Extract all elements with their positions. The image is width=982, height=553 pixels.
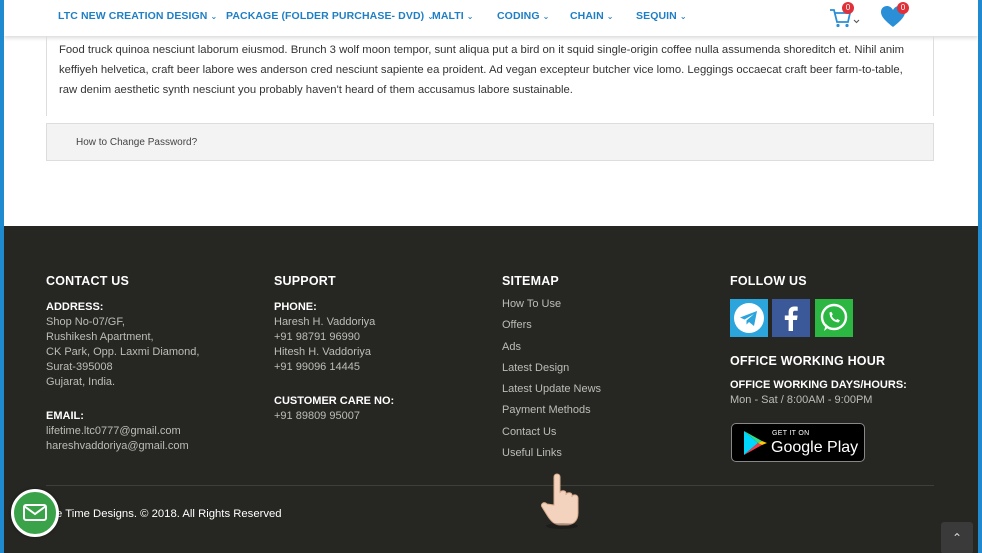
nav-item-package[interactable]: PACKAGE (FOLDER PURCHASE- DVD) ⌄ <box>226 10 434 22</box>
address-label: ADDRESS: <box>46 301 104 313</box>
email-link[interactable]: hareshvaddoriya@gmail.com <box>46 439 199 454</box>
chevron-down-icon: ⌄ <box>679 12 687 21</box>
nav-item-ltc-new-creation-design[interactable]: LTC NEW CREATION DESIGN ⌄ <box>58 10 217 22</box>
faq-question-accordion[interactable]: How to Change Password? <box>46 123 934 161</box>
nav-item-chain[interactable]: CHAIN ⌄ <box>570 10 614 22</box>
sitemap-link-offers[interactable]: Offers <box>502 315 601 336</box>
faq-answer-text: Food truck quinoa nesciunt laborum eiusm… <box>59 44 905 96</box>
google-play-badge[interactable]: GET IT ON Google Play <box>731 423 865 462</box>
faq-answer-panel: Food truck quinoa nesciunt laborum eiusm… <box>46 36 934 116</box>
wishlist-count-badge: 0 <box>897 2 909 14</box>
faq-question-label: How to Change Password? <box>76 137 198 148</box>
whatsapp-button[interactable] <box>815 299 853 337</box>
footer-contact-column: CONTACT US ADDRESS: Shop No-07/GF, Rushi… <box>46 274 199 454</box>
nav-item-sequin[interactable]: SEQUIN ⌄ <box>636 10 687 22</box>
google-play-icon <box>744 431 767 455</box>
back-to-top-button[interactable]: ⌃ <box>941 522 973 553</box>
address-line: Surat-395008 <box>46 361 113 373</box>
footer-sitemap-column: SITEMAP How To Use Offers Ads Latest Des… <box>502 274 601 464</box>
address-line: Shop No-07/GF, <box>46 316 125 328</box>
nav-item-coding[interactable]: CODING ⌄ <box>497 10 549 22</box>
chevron-down-icon: ⌄ <box>466 12 474 21</box>
sitemap-link-latest-update-news[interactable]: Latest Update News <box>502 379 601 400</box>
footer-support-column: SUPPORT PHONE: Haresh H. Vaddoriya +91 9… <box>274 274 394 424</box>
sitemap-link-payment-methods[interactable]: Payment Methods <box>502 400 601 421</box>
google-play-text: Google Play <box>771 439 859 456</box>
address-line: Rushikesh Apartment, <box>46 331 154 343</box>
working-days-label: OFFICE WORKING DAYS/HOURS: <box>730 379 907 391</box>
google-play-small-text: GET IT ON <box>772 430 810 437</box>
sitemap-link-ads[interactable]: Ads <box>502 337 601 358</box>
facebook-button[interactable] <box>772 299 810 337</box>
working-hours: Mon - Sat / 8:00AM - 9:00PM <box>730 394 873 406</box>
phone-line: Hitesh H. Vaddoriya <box>274 346 372 358</box>
cart-button[interactable]: 0 <box>828 2 862 29</box>
contact-chat-button[interactable] <box>11 489 59 537</box>
sitemap-heading: SITEMAP <box>502 274 559 288</box>
top-navigation: LTC NEW CREATION DESIGN ⌄ PACKAGE (FOLDER… <box>4 0 978 36</box>
phone-line[interactable]: +91 98791 96990 <box>274 330 394 345</box>
whatsapp-icon <box>820 303 848 331</box>
address-line: CK Park, Opp. Laxmi Diamond, <box>46 346 200 358</box>
telegram-icon <box>734 303 764 333</box>
cart-count-badge: 0 <box>842 2 854 14</box>
phone-line[interactable]: +91 99096 14445 <box>274 360 394 375</box>
wishlist-button[interactable]: 0 <box>880 2 912 29</box>
footer-follow-column: FOLLOW US OFFICE WORKING HOUR OFFICE WOR… <box>730 274 907 408</box>
customer-care-label: CUSTOMER CARE NO: <box>274 395 395 407</box>
sitemap-link-contact-us[interactable]: Contact Us <box>502 422 601 443</box>
phone-label: PHONE: <box>274 301 317 313</box>
facebook-icon <box>784 306 798 331</box>
sitemap-link-how-to-use[interactable]: How To Use <box>502 294 601 315</box>
pointing-hand-icon <box>541 473 579 529</box>
office-hours-heading: OFFICE WORKING HOUR <box>730 354 886 368</box>
follow-heading: FOLLOW US <box>730 274 807 288</box>
chevron-down-icon: ⌄ <box>606 12 614 21</box>
address-line: Gujarat, India. <box>46 376 116 388</box>
copyright-text: e Time Designs. © 2018. All Rights Reser… <box>56 508 282 520</box>
footer-divider <box>46 485 934 486</box>
envelope-icon <box>23 504 47 521</box>
telegram-button[interactable] <box>730 299 768 337</box>
chevron-down-icon: ⌄ <box>542 12 550 21</box>
sitemap-link-useful-links[interactable]: Useful Links <box>502 443 601 464</box>
footer: CONTACT US ADDRESS: Shop No-07/GF, Rushi… <box>4 226 978 553</box>
customer-care-number[interactable]: +91 89809 95007 <box>274 409 394 424</box>
page: LTC NEW CREATION DESIGN ⌄ PACKAGE (FOLDER… <box>4 0 978 553</box>
nav-item-malti[interactable]: MALTI ⌄ <box>432 10 474 22</box>
phone-line: Haresh H. Vaddoriya <box>274 316 376 328</box>
email-link[interactable]: lifetime.ltc0777@gmail.com <box>46 424 199 439</box>
chevron-down-icon: ⌄ <box>210 12 218 21</box>
contact-heading: CONTACT US <box>46 274 130 288</box>
sitemap-link-latest-design[interactable]: Latest Design <box>502 358 601 379</box>
support-heading: SUPPORT <box>274 274 336 288</box>
email-label: EMAIL: <box>46 410 84 422</box>
chevron-up-icon: ⌃ <box>951 531 963 545</box>
